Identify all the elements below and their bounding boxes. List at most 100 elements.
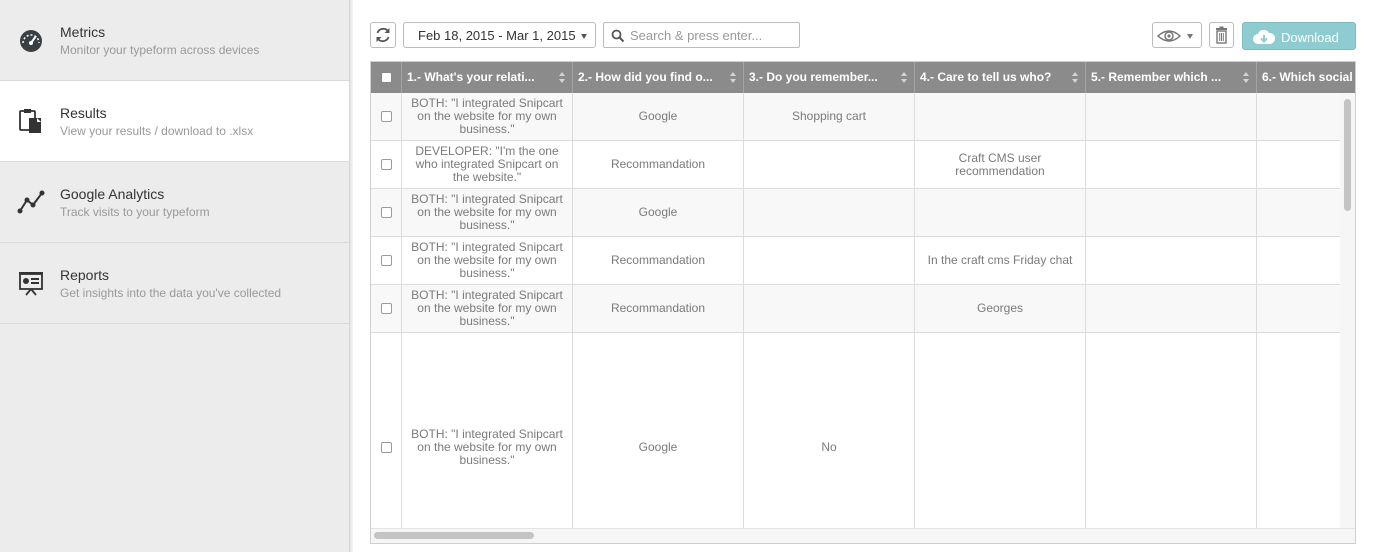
row-checkbox[interactable] xyxy=(380,442,392,453)
table-cell: BOTH: "I integrated Snipcart on the webs… xyxy=(402,285,573,332)
table-cell: BOTH: "I integrated Snipcart on the webs… xyxy=(402,189,573,236)
sidebar-item-subtitle: Track visits to your typeform xyxy=(60,205,210,219)
row-checkbox[interactable] xyxy=(380,159,392,170)
row-select-cell xyxy=(371,93,402,140)
row-checkbox[interactable] xyxy=(380,303,392,314)
table-cell xyxy=(744,285,915,332)
presentation-icon xyxy=(19,272,43,296)
sort-icon[interactable] xyxy=(1072,72,1079,84)
select-all-checkbox[interactable] xyxy=(381,72,392,83)
column-header[interactable]: 4.- Care to tell us who? xyxy=(915,62,1086,93)
eye-icon xyxy=(1156,30,1182,42)
table-header: 1.- What's your relati... 2.- How did yo… xyxy=(371,62,1355,93)
table-cell xyxy=(1257,333,1341,529)
table-cell xyxy=(1257,141,1341,188)
table-row[interactable]: BOTH: "I integrated Snipcart on the webs… xyxy=(371,333,1341,529)
refresh-button[interactable] xyxy=(370,22,396,48)
table-cell xyxy=(744,189,915,236)
row-select-cell xyxy=(371,237,402,284)
table-cell xyxy=(915,333,1086,529)
table-cell: Shopping cart xyxy=(744,93,915,140)
row-checkbox[interactable] xyxy=(380,207,392,218)
delete-button[interactable] xyxy=(1209,22,1234,48)
table-cell: Recommandation xyxy=(573,285,744,332)
table-row[interactable]: BOTH: "I integrated Snipcart on the webs… xyxy=(371,189,1341,237)
column-header[interactable]: 1.- What's your relati... xyxy=(402,62,573,93)
table-row[interactable]: BOTH: "I integrated Snipcart on the webs… xyxy=(371,237,1341,285)
sidebar-item-title: Results xyxy=(60,105,107,121)
table-cell xyxy=(744,141,915,188)
table-cell: Recommandation xyxy=(573,237,744,284)
table-cell xyxy=(915,93,1086,140)
row-select-cell xyxy=(371,189,402,236)
row-checkbox[interactable] xyxy=(380,111,392,122)
table-cell: BOTH: "I integrated Snipcart on the webs… xyxy=(402,237,573,284)
clipboard-icon xyxy=(19,109,41,133)
sidebar-item-title: Reports xyxy=(60,267,110,283)
column-visibility-dropdown[interactable] xyxy=(1152,22,1202,48)
sidebar-item-title: Metrics xyxy=(60,24,106,40)
row-select-cell xyxy=(371,141,402,188)
sidebar-item-google-analytics[interactable]: Google Analytics Track visits to your ty… xyxy=(0,162,349,243)
row-select-cell xyxy=(371,285,402,332)
horizontal-scrollbar-thumb[interactable] xyxy=(374,532,534,539)
column-header-label: 4.- Care to tell us who? xyxy=(920,70,1052,84)
table-cell: No xyxy=(744,333,915,529)
download-label: Download xyxy=(1281,30,1339,45)
table-row[interactable]: BOTH: "I integrated Snipcart on the webs… xyxy=(371,93,1341,141)
table-cell xyxy=(1086,93,1257,140)
sort-icon[interactable] xyxy=(1243,72,1250,84)
column-header[interactable]: 3.- Do you remember... xyxy=(744,62,915,93)
table-cell xyxy=(1086,333,1257,529)
sidebar-divider xyxy=(350,0,353,552)
column-header-label: 5.- Remember which ... xyxy=(1091,70,1222,84)
column-header-label: 3.- Do you remember... xyxy=(749,70,878,84)
table-cell: Google xyxy=(573,189,744,236)
column-header-label: 6.- Which social xyxy=(1262,70,1353,84)
table-cell: BOTH: "I integrated Snipcart on the webs… xyxy=(402,93,573,140)
table-cell xyxy=(1257,237,1341,284)
cloud-download-icon xyxy=(1253,29,1276,44)
trash-icon xyxy=(1216,26,1227,44)
column-header[interactable]: 5.- Remember which ... xyxy=(1086,62,1257,93)
sidebar-item-reports[interactable]: Reports Get insights into the data you'v… xyxy=(0,243,349,324)
sort-icon[interactable] xyxy=(730,72,737,84)
table-cell xyxy=(1257,285,1341,332)
sidebar-item-subtitle: View your results / download to .xlsx xyxy=(60,124,254,138)
table-body: BOTH: "I integrated Snipcart on the webs… xyxy=(371,93,1341,529)
table-cell: In the craft cms Friday chat xyxy=(915,237,1086,284)
sidebar-item-subtitle: Monitor your typeform across devices xyxy=(60,43,260,57)
date-range-dropdown[interactable]: Feb 18, 2015 - Mar 1, 2015 xyxy=(403,22,596,48)
sidebar-item-results[interactable]: Results View your results / download to … xyxy=(0,81,349,162)
sort-icon[interactable] xyxy=(559,72,566,84)
table-row[interactable]: DEVELOPER: "I'm the one who integrated S… xyxy=(371,141,1341,189)
search-icon xyxy=(611,29,625,43)
download-button[interactable]: Download xyxy=(1242,22,1356,50)
table-cell: Craft CMS user recommendation xyxy=(915,141,1086,188)
column-header[interactable]: 2.- How did you find o... xyxy=(573,62,744,93)
caret-down-icon xyxy=(581,34,587,39)
table-cell: Google xyxy=(573,333,744,529)
line-graph-icon xyxy=(17,190,45,214)
column-header[interactable]: 6.- Which social xyxy=(1257,62,1355,93)
table-cell: Google xyxy=(573,93,744,140)
caret-down-icon xyxy=(1187,34,1193,39)
row-checkbox[interactable] xyxy=(380,255,392,266)
refresh-icon xyxy=(376,27,390,43)
table-cell xyxy=(1257,93,1341,140)
sort-icon[interactable] xyxy=(901,72,908,84)
table-cell xyxy=(1086,285,1257,332)
table-cell xyxy=(915,189,1086,236)
results-table: 1.- What's your relati... 2.- How did yo… xyxy=(370,61,1356,544)
table-cell xyxy=(1086,237,1257,284)
search-field xyxy=(603,22,800,48)
search-input[interactable] xyxy=(630,26,796,44)
sidebar-item-title: Google Analytics xyxy=(60,186,165,202)
sidebar-item-subtitle: Get insights into the data you've collec… xyxy=(60,286,282,300)
table-cell: DEVELOPER: "I'm the one who integrated S… xyxy=(402,141,573,188)
sidebar-item-metrics[interactable]: Metrics Monitor your typeform across dev… xyxy=(0,0,349,81)
table-cell xyxy=(1257,189,1341,236)
table-row[interactable]: BOTH: "I integrated Snipcart on the webs… xyxy=(371,285,1341,333)
vertical-scrollbar-thumb[interactable] xyxy=(1344,99,1351,211)
table-cell: Recommandation xyxy=(573,141,744,188)
